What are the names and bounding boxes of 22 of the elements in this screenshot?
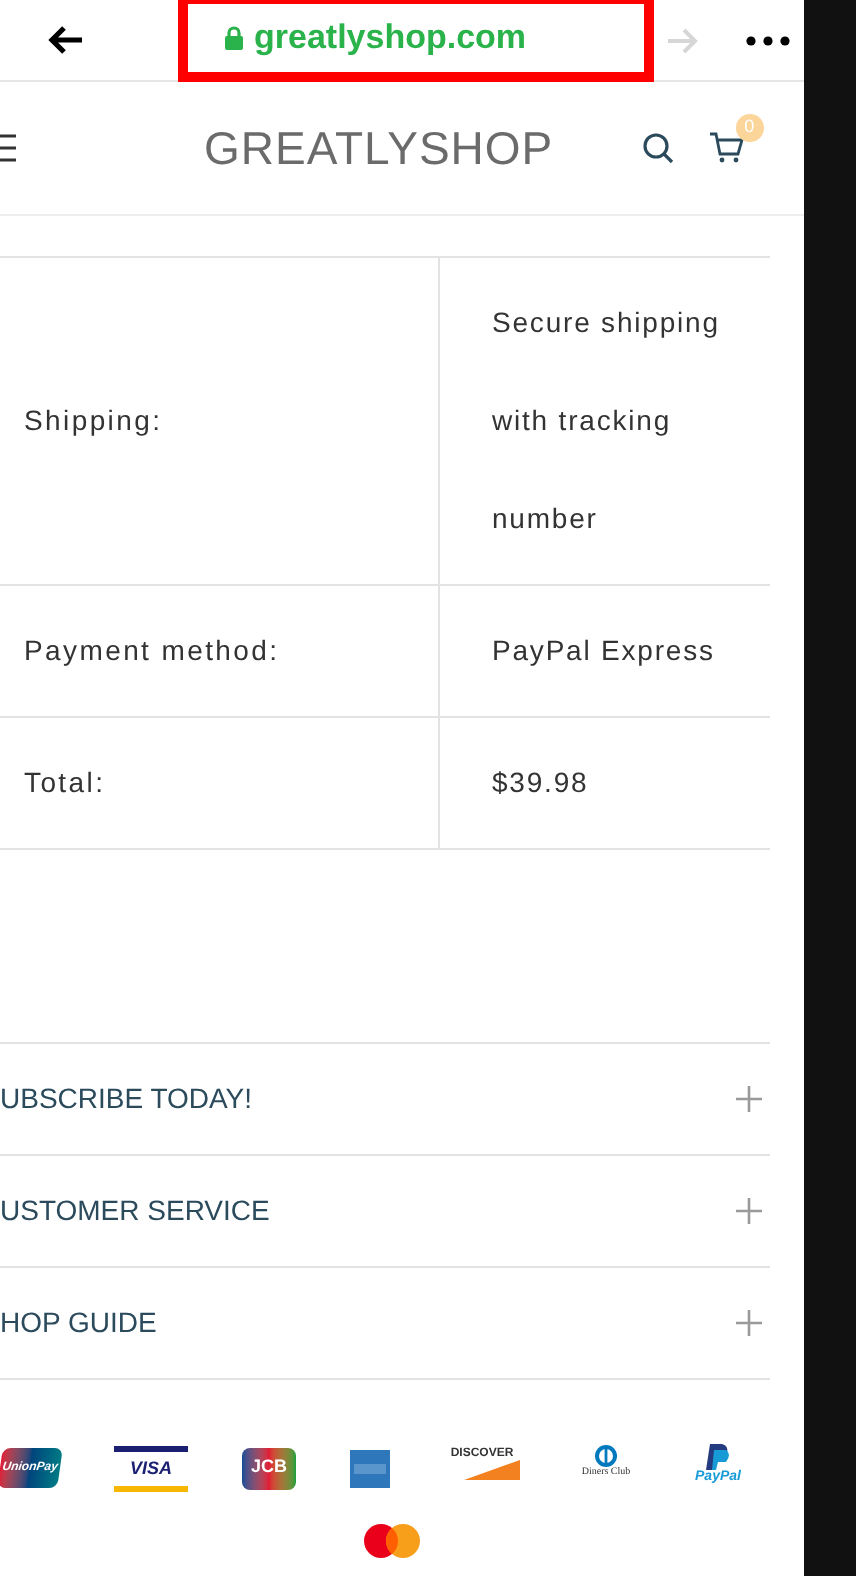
plus-icon (736, 1310, 762, 1336)
plus-icon (736, 1198, 762, 1224)
jcb-logo: JCB (242, 1447, 296, 1489)
cart-count-badge: 0 (735, 114, 764, 142)
url-text: greatlyshop.com (254, 15, 527, 60)
summary-value-cell-text: Secure shipping with tracking number (490, 304, 722, 538)
summary-label-cell: Payment method: (0, 586, 440, 716)
search-icon[interactable] (641, 132, 674, 164)
menu-icon[interactable] (0, 134, 16, 162)
brand-logo[interactable]: GREATLYSHOP (204, 113, 554, 183)
back-arrow-icon[interactable] (48, 26, 84, 54)
cart-icon[interactable] (709, 132, 744, 164)
summary-label-cell: Shipping: (0, 258, 440, 584)
accordion-item[interactable]: USTOMER SERVICE (0, 1156, 770, 1268)
summary-value-cell-text: PayPal Express (490, 632, 717, 670)
plus-icon (736, 1086, 762, 1112)
accordion-item[interactable]: UBSCRIBE TODAY! (0, 1044, 770, 1156)
summary-value-cell-text: $39.98 (490, 764, 591, 802)
accordion-item[interactable]: HOP GUIDE (0, 1268, 770, 1380)
more-icon[interactable] (746, 35, 790, 45)
visa-logo: VISA (114, 1445, 188, 1491)
summary-label-cell: Total: (0, 718, 440, 848)
